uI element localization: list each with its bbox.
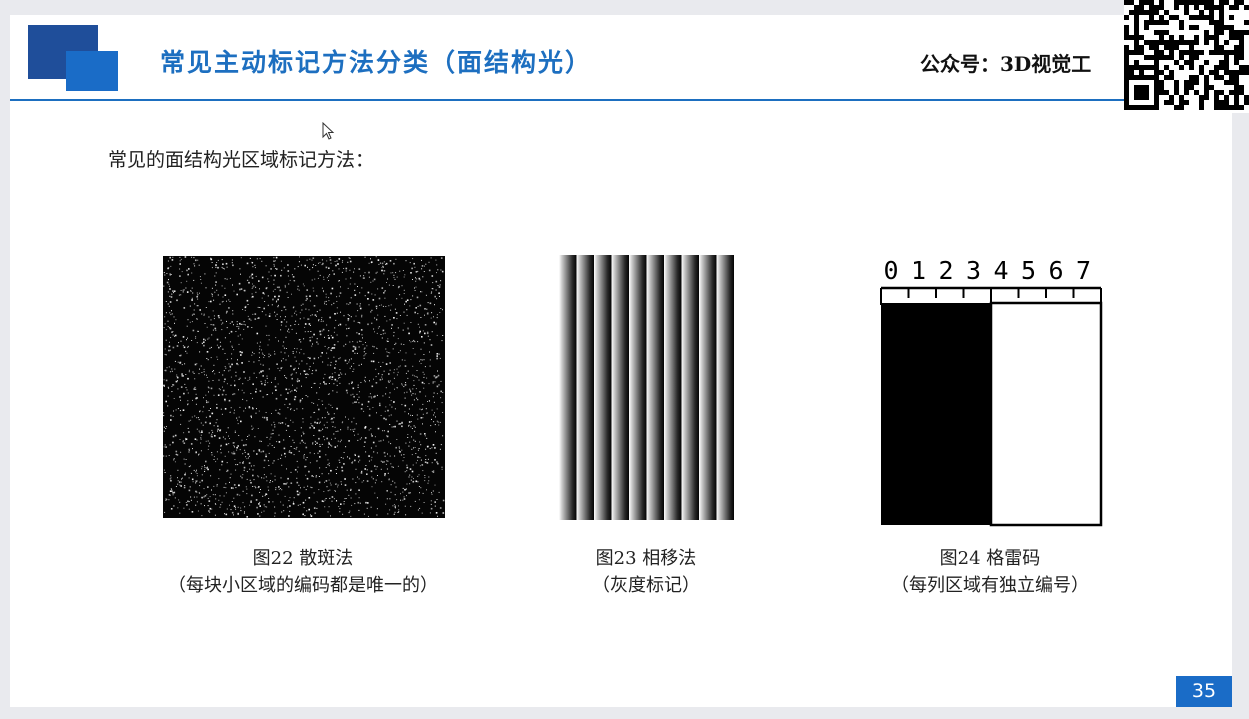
phase-shift-stripes-image <box>559 255 734 520</box>
figure-title-22: 图22 散斑法 <box>252 548 354 569</box>
figure-title-24: 图24 格雷码 <box>939 548 1041 569</box>
gray-code-scale-label: 4 <box>993 256 1008 285</box>
figure-caption-24: 图24 格雷码 （每列区域有独立编号） <box>865 545 1115 599</box>
qr-code-icon <box>1124 0 1249 113</box>
phase-stripe <box>594 255 612 520</box>
figure-title-23: 图23 相移法 <box>595 548 697 569</box>
phase-stripe <box>664 255 682 520</box>
account-label: 公众号：3D视觉工 <box>920 52 1092 76</box>
phase-stripe <box>699 255 717 520</box>
phase-stripe <box>646 255 665 520</box>
gray-code-scale-label: 0 <box>883 256 898 285</box>
speckle-pattern-image <box>163 256 445 518</box>
logo-icon-overlay <box>66 51 118 91</box>
figure-note-22: （每块小区域的编码都是唯一的） <box>168 575 438 596</box>
gray-code-scale-label: 2 <box>938 256 953 285</box>
phase-stripe <box>629 255 647 520</box>
slide-title: 常见主动标记方法分类（面结构光） <box>160 48 593 77</box>
phase-stripe <box>576 255 595 520</box>
figure-note-24: （每列区域有独立编号） <box>891 575 1089 596</box>
gray-code-image: 01234567 <box>880 256 1103 527</box>
gray-code-scale-label: 7 <box>1076 256 1091 285</box>
intro-text: 常见的面结构光区域标记方法： <box>108 149 375 171</box>
phase-stripe <box>559 255 577 520</box>
phase-stripe <box>716 255 734 520</box>
gray-code-scale-label: 1 <box>911 256 926 285</box>
header-divider <box>10 99 1232 101</box>
figure-caption-22: 图22 散斑法 （每块小区域的编码都是唯一的） <box>138 545 468 599</box>
cursor-icon <box>322 122 335 140</box>
gray-code-scale-label: 3 <box>966 256 981 285</box>
gray-code-scale-label: 6 <box>1048 256 1063 285</box>
figure-caption-23: 图23 相移法 （灰度标记） <box>546 545 746 599</box>
page-number-badge: 35 <box>1176 676 1232 707</box>
slide: 常见主动标记方法分类（面结构光） 公众号：3D视觉工 常见的面结构光区域标记方法… <box>10 15 1232 707</box>
figure-note-23: （灰度标记） <box>592 575 700 596</box>
phase-stripe <box>611 255 630 520</box>
gray-code-scale-label: 5 <box>1021 256 1036 285</box>
phase-stripe <box>681 255 700 520</box>
